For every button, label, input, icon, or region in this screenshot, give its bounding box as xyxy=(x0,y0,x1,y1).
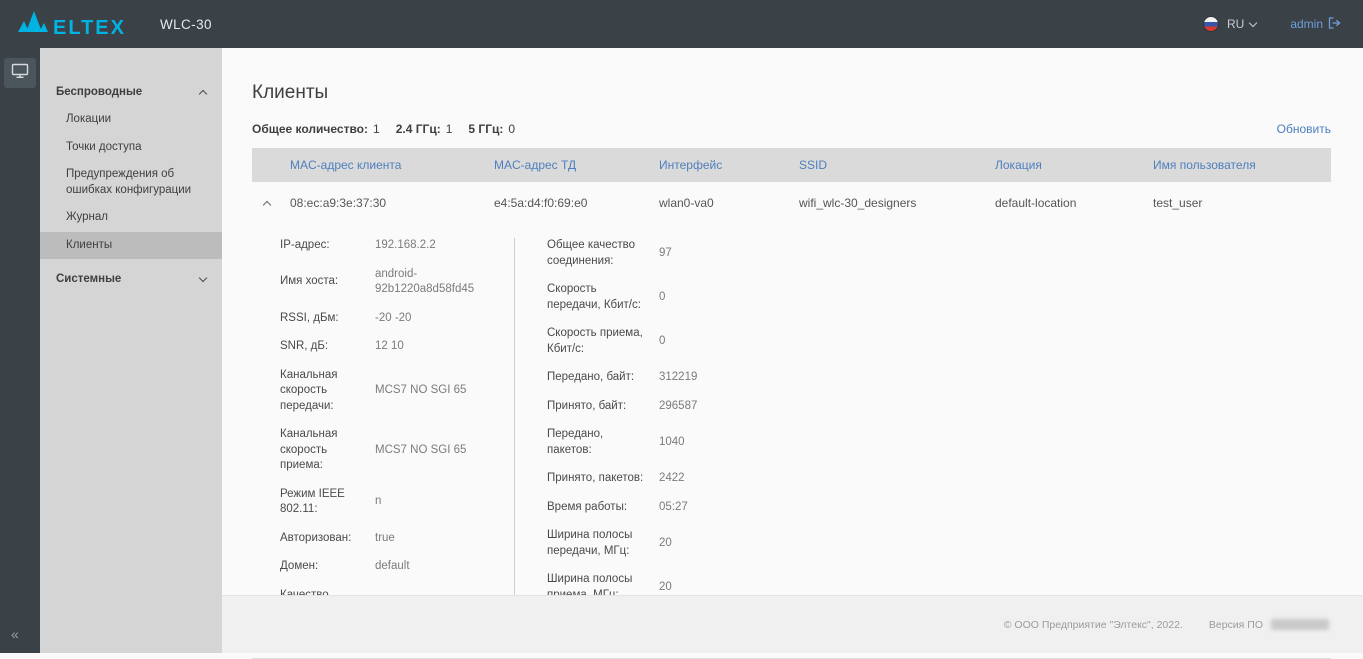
col-header-client-mac[interactable]: MAC-адрес клиента xyxy=(252,158,490,172)
detail-row: Канальная скорость передачи:MCS7 NO SGI … xyxy=(280,368,496,415)
cell-ssid: wifi_wlc-30_designers xyxy=(795,196,991,210)
details-right-column: Общее качество соединения:97 Скорость пе… xyxy=(515,238,915,632)
stat-total-label: Общее количество: xyxy=(252,122,368,136)
collapse-sidebar-button[interactable]: « xyxy=(11,627,19,641)
sidebar-group-system-label: Системные xyxy=(56,273,121,285)
monitor-icon xyxy=(11,63,29,84)
detail-row: Принято, байт:296587 xyxy=(547,399,915,415)
cell-ap-mac: e4:5a:d4:f0:69:e0 xyxy=(490,196,655,210)
detail-row: Принято, пакетов:2422 xyxy=(547,471,915,487)
stats-row: Общее количество: 1 2.4 ГГц: 1 5 ГГц: 0 Обн… xyxy=(252,122,1331,136)
chevron-up-icon xyxy=(199,90,207,98)
clients-table: MAC-адрес клиента MAC-адрес ТД Интерфейс… xyxy=(252,148,1331,659)
detail-row: Скорость передачи, Кбит/с:0 xyxy=(547,282,915,313)
detail-row: IP-адрес:192.168.2.2 xyxy=(280,238,496,254)
product-title: WLC-30 xyxy=(160,17,212,32)
brand-name: ELTEX xyxy=(53,18,126,38)
username: admin xyxy=(1290,17,1323,31)
topbar-right: RU admin xyxy=(1203,16,1341,32)
client-mac-value: 08:ec:a9:3e:37:30 xyxy=(290,196,386,210)
app: ELTEX WLC-30 RU admin xyxy=(0,0,1363,653)
client-details-panel: IP-адрес:192.168.2.2 Имя хоста:android-9… xyxy=(252,224,1331,659)
detail-row: Имя хоста:android-92b1220a8d58fd45 xyxy=(280,267,496,298)
icon-rail: « xyxy=(0,48,40,653)
detail-row: Режим IEEE 802.11:n xyxy=(280,487,496,518)
table-header-row: MAC-адрес клиента MAC-адрес ТД Интерфейс… xyxy=(252,148,1331,182)
sidebar: Беспроводные Локации Точки доступа Преду… xyxy=(40,48,222,653)
footer: © ООО Предприятие "Элтекс", 2022. Версия… xyxy=(222,595,1363,653)
eltex-logo-icon xyxy=(18,11,48,38)
detail-row: Общее качество соединения:97 xyxy=(547,238,915,269)
col-header-interface[interactable]: Интерфейс xyxy=(655,158,795,172)
main-content: Клиенты Общее количество: 1 2.4 ГГц: 1 5 Г… xyxy=(222,48,1363,653)
col-header-ap-mac[interactable]: MAC-адрес ТД xyxy=(490,158,655,172)
sidebar-item-config-warnings[interactable]: Предупреждения об ошибках конфигурации xyxy=(40,161,222,204)
detail-row: Скорость приема, Кбит/с:0 xyxy=(547,326,915,357)
eltex-logo: ELTEX xyxy=(18,11,126,38)
stat-24ghz: 2.4 ГГц: 1 xyxy=(396,122,453,136)
col-header-username[interactable]: Имя пользователя xyxy=(1149,158,1331,172)
sidebar-item-journal[interactable]: Журнал xyxy=(40,204,222,232)
sidebar-item-access-points[interactable]: Точки доступа xyxy=(40,134,222,162)
language-selector[interactable]: RU xyxy=(1227,17,1256,31)
col-header-location[interactable]: Локация xyxy=(991,158,1149,172)
detail-row: SNR, дБ:12 10 xyxy=(280,339,496,355)
cell-location: default-location xyxy=(991,196,1149,210)
detail-row: Передано, пакетов:1040 xyxy=(547,427,915,458)
stat-total: Общее количество: 1 xyxy=(252,122,380,136)
logout-icon[interactable] xyxy=(1328,17,1341,32)
version-label: Версия ПО xyxy=(1209,619,1263,631)
user-menu[interactable]: admin xyxy=(1290,17,1341,32)
refresh-link[interactable]: Обновить xyxy=(1277,122,1331,136)
sidebar-group-wireless-label: Беспроводные xyxy=(56,86,142,98)
detail-row: Ширина полосы передачи, МГц:20 xyxy=(547,528,915,559)
version-redacted xyxy=(1271,619,1329,630)
sidebar-group-wireless[interactable]: Беспроводные xyxy=(40,78,222,106)
stat-24ghz-value: 1 xyxy=(446,122,453,136)
stat-5ghz-value: 0 xyxy=(508,122,515,136)
sidebar-group-system[interactable]: Системные xyxy=(40,265,222,293)
version-info: Версия ПО xyxy=(1209,619,1329,631)
details-left-column: IP-адрес:192.168.2.2 Имя хоста:android-9… xyxy=(280,238,515,632)
detail-row: Домен:default xyxy=(280,559,496,575)
copyright-text: © ООО Предприятие "Элтекс", 2022. xyxy=(1004,619,1183,631)
stat-5ghz: 5 ГГц: 0 xyxy=(468,122,515,136)
stat-total-value: 1 xyxy=(373,122,380,136)
cell-username: test_user xyxy=(1149,196,1331,210)
stat-5ghz-label: 5 ГГц: xyxy=(468,122,503,136)
language-flag-icon xyxy=(1203,16,1219,32)
sidebar-item-clients[interactable]: Клиенты xyxy=(40,232,222,260)
cell-interface: wlan0-va0 xyxy=(655,196,795,210)
chevron-down-icon xyxy=(1249,18,1257,26)
collapse-row-icon[interactable] xyxy=(263,201,271,209)
language-code: RU xyxy=(1227,17,1244,31)
detail-row: Передано, байт:312219 xyxy=(547,370,915,386)
stat-24ghz-label: 2.4 ГГц: xyxy=(396,122,441,136)
sidebar-item-locations[interactable]: Локации xyxy=(40,106,222,134)
detail-row: RSSI, дБм:-20 -20 xyxy=(280,311,496,327)
table-row[interactable]: 08:ec:a9:3e:37:30 e4:5a:d4:f0:69:e0 wlan… xyxy=(252,182,1331,224)
shell: « Беспроводные Локации Точки доступа Пре… xyxy=(0,48,1363,653)
cell-client-mac: 08:ec:a9:3e:37:30 xyxy=(252,196,490,210)
detail-row: Канальная скорость приема:MCS7 NO SGI 65 xyxy=(280,427,496,474)
col-header-ssid[interactable]: SSID xyxy=(795,158,991,172)
page-title: Клиенты xyxy=(252,82,1331,104)
top-header: ELTEX WLC-30 RU admin xyxy=(0,0,1363,48)
detail-row: Время работы:05:27 xyxy=(547,500,915,516)
monitoring-rail-button[interactable] xyxy=(4,58,36,88)
chevron-down-icon xyxy=(199,274,207,282)
detail-row: Авторизован:true xyxy=(280,531,496,547)
